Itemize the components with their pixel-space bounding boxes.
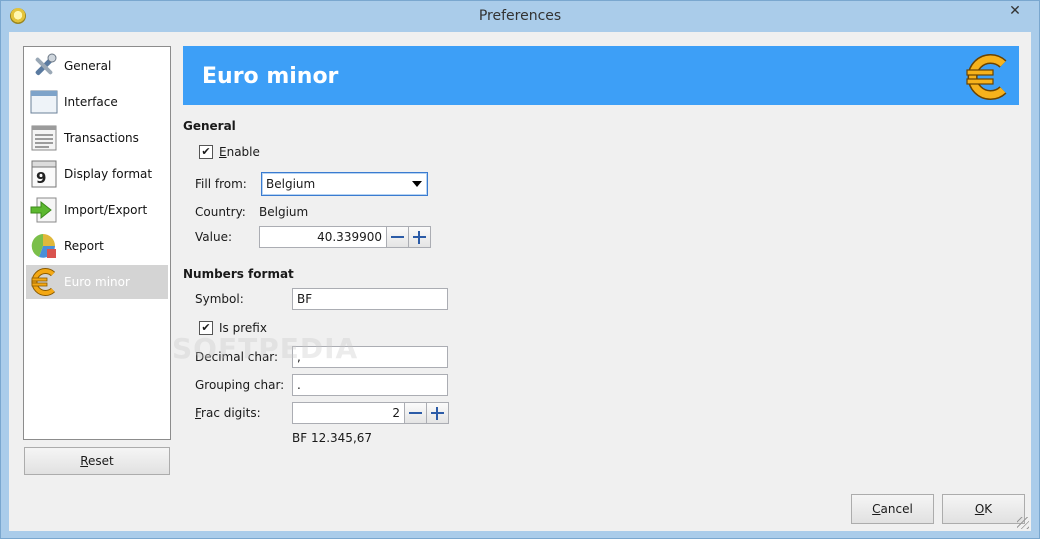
page-banner: Euro minor <box>183 46 1019 105</box>
value-label: Value: <box>195 230 232 244</box>
grouping-char-label: Grouping char: <box>195 378 285 392</box>
sidebar-item-euro-minor[interactable]: Euro minor <box>26 265 168 299</box>
symbol-label: Symbol: <box>195 292 244 306</box>
reset-label-rest: eset <box>88 454 114 468</box>
fill-from-value: Belgium <box>266 177 316 191</box>
enable-mnemonic: E <box>219 145 227 159</box>
sidebar-item-report[interactable]: Report <box>26 229 168 263</box>
sidebar-item-display-format[interactable]: 9 Display format <box>26 157 168 191</box>
value-spinbox: 40.339900 <box>259 226 431 248</box>
dialog-body: General Interface Transactions 9 Display… <box>9 32 1031 531</box>
sidebar-item-label: Display format <box>64 167 153 181</box>
title-bar: Preferences ✕ <box>1 1 1039 32</box>
calendar-icon: 9 <box>31 160 57 188</box>
frac-digits-input[interactable]: 2 <box>292 402 405 424</box>
frac-digits-spinbox: 2 <box>292 402 449 424</box>
country-label: Country: <box>195 205 246 219</box>
frac-label-rest: rac digits: <box>201 406 261 420</box>
euro-icon <box>31 268 56 296</box>
ok-label-rest: K <box>984 502 993 516</box>
watermark: SOFTPEDIA <box>172 332 359 365</box>
window-title: Preferences <box>478 8 562 24</box>
reset-button[interactable]: Reset <box>24 447 170 475</box>
window-icon <box>30 90 58 114</box>
value-input[interactable]: 40.339900 <box>259 226 387 248</box>
close-icon[interactable]: ✕ <box>995 2 1035 22</box>
general-heading: General <box>183 119 236 133</box>
value-text: 40.339900 <box>317 230 382 244</box>
numbers-format-heading: Numbers format <box>183 267 294 281</box>
pie-chart-icon <box>31 234 56 258</box>
enable-label-rest: nable <box>226 145 260 159</box>
ok-mnemonic: O <box>974 502 985 516</box>
reset-mnemonic: R <box>80 454 89 468</box>
chevron-down-icon <box>412 181 422 187</box>
sidebar-item-label: Transactions <box>64 131 139 145</box>
preferences-window: Preferences ✕ General Interface Transact… <box>0 0 1040 539</box>
enable-label[interactable]: Enable <box>219 143 260 161</box>
grouping-char-input[interactable]: . <box>292 374 448 396</box>
sidebar-item-label: General <box>64 59 112 73</box>
cancel-label-rest: ancel <box>880 502 913 516</box>
import-arrow-icon <box>30 197 57 223</box>
tools-icon <box>35 53 57 76</box>
frac-digits-decrement-button[interactable] <box>404 402 427 424</box>
grouping-char-value: . <box>297 378 301 392</box>
sidebar-item-label: Interface <box>64 95 118 109</box>
value-increment-button[interactable] <box>408 226 431 248</box>
fill-from-label: Fill from: <box>195 177 247 191</box>
sidebar-item-general[interactable]: General <box>26 49 168 83</box>
sidebar-item-import-export[interactable]: Import/Export <box>26 193 168 227</box>
sidebar-item-label: Euro minor <box>64 275 130 289</box>
sidebar-item-label: Import/Export <box>64 203 148 217</box>
frac-digits-increment-button[interactable] <box>426 402 449 424</box>
sidebar-item-interface[interactable]: Interface <box>26 85 168 119</box>
country-value: Belgium <box>259 205 309 219</box>
list-icon <box>31 125 57 151</box>
sidebar-item-label: Report <box>64 239 104 253</box>
sidebar-item-transactions[interactable]: Transactions <box>26 121 168 155</box>
symbol-input[interactable]: BF <box>292 288 448 310</box>
euro-icon <box>966 54 1007 100</box>
frac-digits-label: Frac digits: <box>195 403 261 423</box>
ok-button[interactable]: OK <box>942 494 1025 524</box>
resize-grip[interactable] <box>1017 517 1029 529</box>
format-preview: BF 12.345,67 <box>292 431 373 445</box>
fill-from-dropdown[interactable]: Belgium <box>261 172 428 196</box>
symbol-value: BF <box>297 292 313 306</box>
frac-digits-value: 2 <box>392 406 400 420</box>
value-decrement-button[interactable] <box>386 226 409 248</box>
category-list: General Interface Transactions 9 Display… <box>23 46 171 440</box>
cancel-mnemonic: C <box>872 502 881 516</box>
cancel-button[interactable]: Cancel <box>851 494 934 524</box>
svg-text:9: 9 <box>36 169 46 187</box>
page-title: Euro minor <box>202 64 339 89</box>
enable-checkbox[interactable]: ✔ <box>199 145 213 159</box>
